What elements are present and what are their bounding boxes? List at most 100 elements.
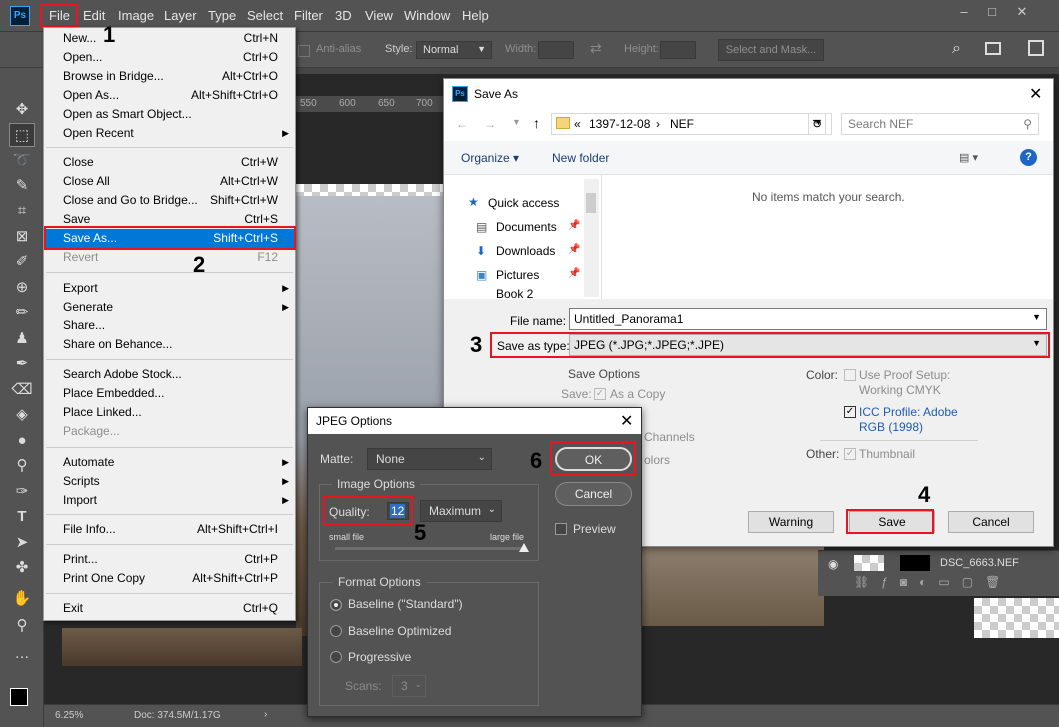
- menu-item-close-all[interactable]: Close All Alt+Ctrl+W: [44, 172, 295, 191]
- move-tool-icon[interactable]: ✥: [9, 98, 35, 122]
- menu-item-generate[interactable]: Generate ▶: [44, 298, 295, 317]
- warning-button[interactable]: Warning: [748, 511, 834, 533]
- menu-view[interactable]: View: [365, 8, 393, 23]
- pen-tool-icon[interactable]: ✑: [9, 480, 35, 504]
- status-arrow-icon[interactable]: ›: [264, 709, 267, 720]
- menu-help[interactable]: Help: [462, 8, 489, 23]
- nav-downloads[interactable]: Downloads: [496, 244, 555, 258]
- menu-layer[interactable]: Layer: [164, 8, 197, 23]
- matte-select[interactable]: None ⌄: [367, 448, 492, 470]
- menu-item-close-go-bridge[interactable]: Close and Go to Bridge... Shift+Ctrl+W: [44, 191, 295, 210]
- refresh-icon[interactable]: ↻: [808, 113, 826, 135]
- menu-item-file-info[interactable]: File Info... Alt+Shift+Ctrl+I: [44, 520, 295, 539]
- quality-preset-select[interactable]: Maximum ⌄: [420, 500, 502, 522]
- hand-tool-icon[interactable]: ✋: [9, 587, 35, 611]
- nav-book-2[interactable]: Book 2: [496, 287, 533, 299]
- maximize-button[interactable]: □: [982, 4, 1002, 20]
- forward-arrow-icon[interactable]: →: [484, 117, 496, 131]
- file-name-input[interactable]: Untitled_Panorama1 ▼: [569, 308, 1047, 330]
- menu-item-place-embedded[interactable]: Place Embedded...: [44, 384, 295, 403]
- blur-tool-icon[interactable]: ●: [9, 429, 35, 453]
- menu-item-place-linked[interactable]: Place Linked...: [44, 403, 295, 422]
- menu-item-scripts[interactable]: Scripts ▶: [44, 472, 295, 491]
- menu-3d[interactable]: 3D: [335, 8, 352, 23]
- nav-quick-access[interactable]: Quick access: [488, 196, 559, 210]
- bucket-tool-icon[interactable]: ◈: [9, 403, 35, 427]
- up-arrow-icon[interactable]: ↑: [533, 115, 540, 131]
- close-app-button[interactable]: ✕: [1012, 4, 1032, 20]
- address-bar[interactable]: « 1397-12-08 › NEF ▼: [551, 113, 832, 135]
- quick-select-tool-icon[interactable]: ✎: [9, 174, 35, 198]
- crop-tool-icon[interactable]: ⌗: [9, 199, 35, 223]
- menu-type[interactable]: Type: [208, 8, 236, 23]
- shape-tool-icon[interactable]: ✤: [9, 556, 35, 580]
- menu-item-open-smart-object[interactable]: Open as Smart Object...: [44, 105, 295, 124]
- antialias-checkbox[interactable]: [298, 45, 310, 57]
- zoom-level[interactable]: 6.25%: [55, 710, 83, 721]
- swap-icon[interactable]: ⇄: [590, 40, 602, 57]
- visibility-eye-icon[interactable]: ◉: [828, 557, 838, 571]
- nav-documents[interactable]: Documents: [496, 220, 557, 234]
- menu-item-open[interactable]: Open... Ctrl+O: [44, 48, 295, 67]
- icc-profile-checkbox[interactable]: ✓: [844, 406, 856, 418]
- share-icon[interactable]: [1028, 40, 1044, 56]
- scrollbar-thumb[interactable]: [586, 193, 596, 213]
- search-icon[interactable]: ⌕: [952, 40, 961, 58]
- close-icon[interactable]: ✕: [1029, 84, 1042, 104]
- healing-tool-icon[interactable]: ⊕: [9, 276, 35, 300]
- menu-item-exit[interactable]: Exit Ctrl+Q: [44, 599, 295, 618]
- nav-scrollbar[interactable]: [584, 179, 599, 297]
- width-input[interactable]: [538, 41, 574, 59]
- quality-slider-thumb[interactable]: [519, 543, 529, 552]
- workspace-icon[interactable]: [985, 42, 1001, 55]
- select-and-mask-button[interactable]: Select and Mask...: [718, 39, 824, 61]
- menu-item-search-stock[interactable]: Search Adobe Stock...: [44, 365, 295, 384]
- layer-actions-icons[interactable]: ⛓ƒ◙◐▭▢🗑: [854, 575, 1012, 589]
- menu-item-share[interactable]: Share...: [44, 316, 295, 335]
- new-folder-button[interactable]: New folder: [552, 151, 609, 165]
- baseline-standard-label[interactable]: Baseline ("Standard"): [348, 597, 463, 611]
- zoom-tool-icon[interactable]: ⚲: [9, 614, 35, 638]
- menu-image[interactable]: Image: [118, 8, 154, 23]
- menu-item-import[interactable]: Import ▶: [44, 491, 295, 510]
- quality-slider-track[interactable]: [335, 547, 524, 550]
- frame-tool-icon[interactable]: ⊠: [9, 225, 35, 249]
- menu-item-close[interactable]: Close Ctrl+W: [44, 153, 295, 172]
- layer-name[interactable]: DSC_6663.NEF: [940, 557, 1019, 569]
- menu-item-new[interactable]: New... Ctrl+N: [44, 29, 295, 48]
- menu-select[interactable]: Select: [247, 8, 283, 23]
- minimize-button[interactable]: –: [954, 4, 974, 20]
- help-icon[interactable]: ?: [1020, 149, 1037, 166]
- progressive-radio[interactable]: [330, 651, 342, 663]
- organize-button[interactable]: Organize ▾: [461, 151, 519, 165]
- path-segment[interactable]: 1397-12-08: [589, 117, 650, 131]
- cancel-button[interactable]: Cancel: [948, 511, 1034, 533]
- icc-profile-label[interactable]: ICC Profile: Adobe: [859, 405, 958, 419]
- stamp-tool-icon[interactable]: ♟: [9, 327, 35, 351]
- dodge-tool-icon[interactable]: ⚲: [9, 454, 35, 478]
- type-tool-icon[interactable]: T: [9, 505, 35, 529]
- menu-item-export[interactable]: Export ▶: [44, 279, 295, 298]
- baseline-optimized-label[interactable]: Baseline Optimized: [348, 624, 451, 638]
- brush-tool-icon[interactable]: ✏: [9, 301, 35, 325]
- path-segment[interactable]: NEF: [670, 117, 694, 131]
- more-tools-icon[interactable]: …: [9, 642, 35, 666]
- lasso-tool-icon[interactable]: ➰: [9, 149, 35, 173]
- marquee-tool-icon[interactable]: ⬚: [9, 123, 35, 147]
- style-select[interactable]: Normal ▼: [416, 41, 492, 59]
- menu-item-automate[interactable]: Automate ▶: [44, 453, 295, 472]
- menu-item-print[interactable]: Print... Ctrl+P: [44, 550, 295, 569]
- menu-edit[interactable]: Edit: [83, 8, 105, 23]
- eraser-tool-icon[interactable]: ⌫: [9, 378, 35, 402]
- baseline-standard-radio[interactable]: [330, 599, 342, 611]
- menu-window[interactable]: Window: [404, 8, 450, 23]
- menu-item-open-recent[interactable]: Open Recent ▶: [44, 124, 295, 143]
- menu-filter[interactable]: Filter: [294, 8, 323, 23]
- eyedropper-tool-icon[interactable]: ✐: [9, 250, 35, 274]
- cancel-button[interactable]: Cancel: [555, 482, 632, 506]
- view-options-icon[interactable]: ▤ ▾: [959, 151, 978, 164]
- height-input[interactable]: [660, 41, 696, 59]
- close-icon[interactable]: ✕: [620, 411, 633, 431]
- nav-pictures[interactable]: Pictures: [496, 268, 539, 282]
- search-input[interactable]: Search NEF ⚲: [841, 113, 1039, 135]
